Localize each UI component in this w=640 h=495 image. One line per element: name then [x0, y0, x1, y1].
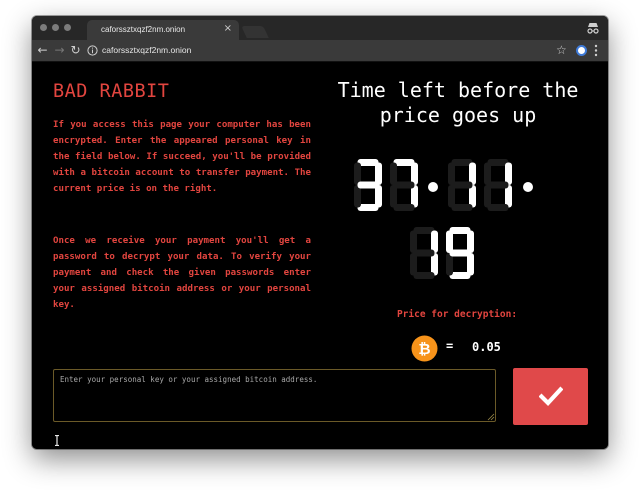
timer-minutes-ones-digit — [484, 159, 512, 211]
svg-text:₿: ₿ — [418, 340, 430, 358]
timer-seconds-ones-digit — [446, 227, 474, 279]
extension-icon[interactable] — [576, 45, 587, 56]
close-window-button[interactable] — [40, 24, 47, 31]
browser-window: caforssztxqzf2nm.onion × ← → ↻ caforsszt… — [32, 16, 608, 449]
countdown-timer — [354, 159, 533, 279]
info-icon[interactable] — [87, 45, 98, 56]
timer-separator-2 — [523, 182, 533, 192]
browser-toolbar: ← → ↻ caforssztxqzf2nm.onion ☆ — [32, 40, 608, 62]
address-bar[interactable]: caforssztxqzf2nm.onion — [102, 45, 191, 55]
text-cursor-icon — [55, 435, 59, 446]
instructions-paragraph-2: Once we receive your payment you'll get … — [53, 236, 311, 310]
personal-key-input[interactable] — [53, 369, 496, 422]
incognito-icon — [587, 23, 599, 34]
maximize-window-button[interactable] — [64, 24, 71, 31]
timer-minutes-tens-digit — [448, 159, 476, 211]
timer-segment-g — [451, 181, 473, 189]
instructions-paragraph-1: If you access this page your computer ha… — [53, 120, 311, 194]
page-title: BAD RABBIT — [53, 81, 170, 102]
timer-segment-g — [393, 181, 415, 189]
bitcoin-icon: ₿ — [411, 335, 438, 362]
timer-hours-tens-digit — [354, 159, 382, 211]
forward-button[interactable]: → — [53, 44, 66, 57]
timer-segment-g — [357, 181, 379, 189]
bookmark-star-icon[interactable]: ☆ — [556, 42, 567, 58]
new-tab-button[interactable] — [241, 26, 269, 38]
tab-strip: caforssztxqzf2nm.onion × — [32, 16, 608, 41]
price-label: Price for decryption: — [396, 309, 518, 320]
checkmark-icon — [539, 386, 563, 407]
ransom-page: BAD RABBIT If you access this page your … — [32, 63, 608, 449]
back-button[interactable]: ← — [36, 44, 49, 57]
timer-title: Time left before the price goes up — [337, 78, 579, 127]
minimize-window-button[interactable] — [52, 24, 59, 31]
timer-hours-ones-digit — [390, 159, 418, 211]
timer-segment-g — [449, 249, 471, 257]
resize-grip-icon[interactable] — [487, 413, 495, 421]
tab-close-icon[interactable]: × — [224, 23, 232, 35]
menu-icon[interactable] — [594, 44, 598, 57]
timer-seconds-tens-digit — [410, 227, 438, 279]
tab-active[interactable]: caforssztxqzf2nm.onion × — [87, 20, 239, 41]
price-value: 0.05 — [472, 340, 501, 354]
reload-button[interactable]: ↻ — [69, 44, 82, 57]
tab-title: caforssztxqzf2nm.onion — [101, 25, 186, 34]
timer-segment-g — [413, 249, 435, 257]
submit-key-button[interactable] — [513, 368, 588, 425]
timer-segment-g — [487, 181, 509, 189]
price-equals: = — [446, 339, 454, 353]
timer-separator-1 — [428, 182, 438, 192]
